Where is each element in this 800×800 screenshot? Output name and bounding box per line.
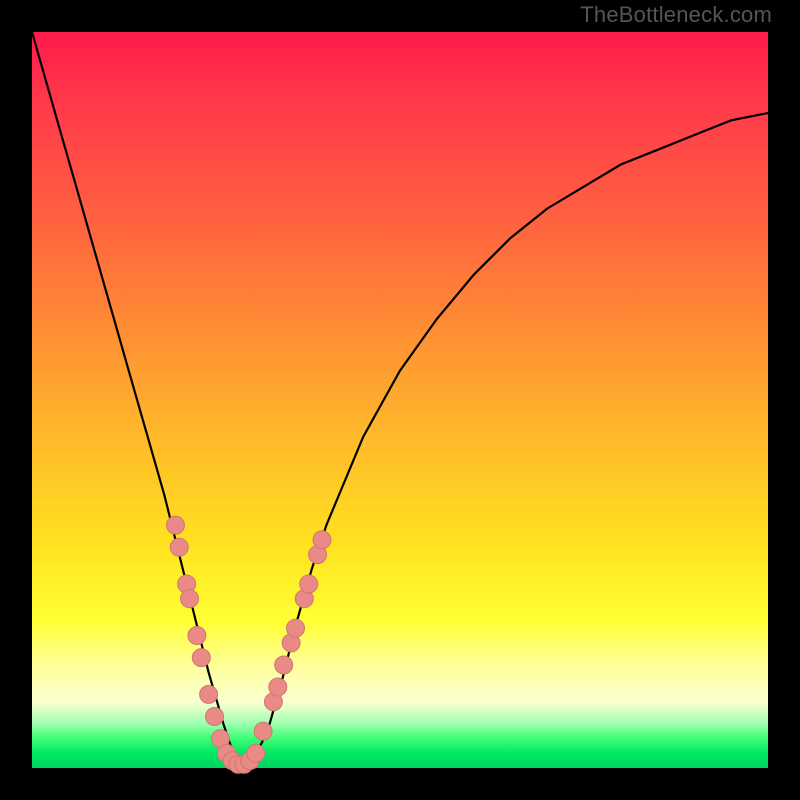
chart-svg xyxy=(32,32,768,768)
data-point xyxy=(275,656,293,674)
data-point xyxy=(254,722,272,740)
data-point xyxy=(206,708,224,726)
plot-area xyxy=(32,32,768,768)
chart-frame: TheBottleneck.com xyxy=(0,0,800,800)
data-point xyxy=(167,516,185,534)
data-point xyxy=(192,649,210,667)
data-point-markers xyxy=(167,516,332,773)
data-point xyxy=(247,744,265,762)
data-point xyxy=(170,538,188,556)
data-point xyxy=(300,575,318,593)
data-point xyxy=(287,619,305,637)
bottleneck-curve xyxy=(32,32,768,764)
watermark-text: TheBottleneck.com xyxy=(580,2,772,28)
data-point xyxy=(181,590,199,608)
data-point xyxy=(188,627,206,645)
data-point xyxy=(313,531,331,549)
data-point xyxy=(269,678,287,696)
data-point xyxy=(200,685,218,703)
